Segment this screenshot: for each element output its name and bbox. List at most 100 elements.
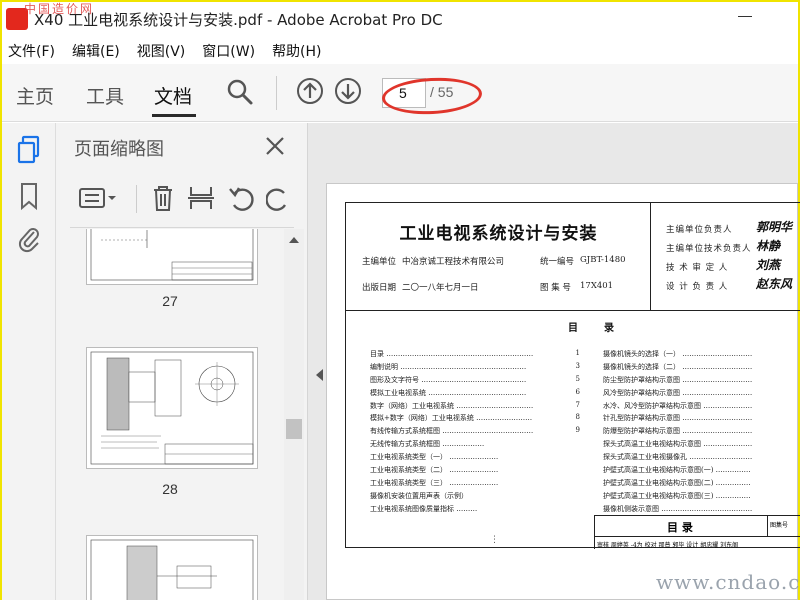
toc-entry[interactable]: 护壁式高温工业电视结构示意图(二) …………… <box>603 478 800 491</box>
watermark-bottom: www.cndao.com <box>656 570 800 594</box>
tab-tools[interactable]: 工具 <box>86 82 124 109</box>
toc-entry-title: 工业电视系统类型（三） ………………… <box>370 478 499 487</box>
toc-entry-page: 1 <box>575 349 580 357</box>
toc-entry[interactable]: 无线传输方式系统框图 ……………… <box>370 439 580 452</box>
thumbnail-list: 27 28 <box>56 229 284 600</box>
toc-left-column: 目录 ……………………………………………………… 1 编制说明 …………………………… <box>370 349 580 517</box>
toc-entry[interactable]: 工业电视系统类型（一） ………………… <box>370 452 580 465</box>
signature: 林静 <box>756 239 781 253</box>
tab-document[interactable]: 文档 <box>154 82 192 109</box>
collapse-panel-icon[interactable] <box>316 369 323 381</box>
scroll-up-icon[interactable] <box>289 237 299 243</box>
menu-help[interactable]: 帮助(H) <box>272 41 321 61</box>
toc-heading: 目 <box>568 323 578 334</box>
toc-entry[interactable]: 摄像机安装位置用声表（示例） <box>370 491 580 504</box>
menu-edit[interactable]: 编辑(E) <box>72 41 120 61</box>
delete-icon[interactable] <box>148 183 178 213</box>
toc-entry[interactable]: 编制说明 ……………………………………………… 3 <box>370 362 580 375</box>
window-title: X40 工业电视系统设计与安装.pdf - Adobe Acrobat Pro … <box>34 11 443 29</box>
minimize-button[interactable] <box>738 16 752 17</box>
menu-window[interactable]: 窗口(W) <box>202 41 255 61</box>
editor-unit-label: 主编单位 <box>362 257 397 267</box>
toc-entry[interactable]: 工业电视系统类型（二） ………………… <box>370 465 580 478</box>
close-icon[interactable] <box>264 135 286 157</box>
previous-page-icon[interactable] <box>296 77 324 105</box>
page-thumbnail-29[interactable] <box>86 535 258 600</box>
toc-entry[interactable]: 数字（网络）工业电视系统 …………………………… 7 <box>370 401 580 414</box>
responsible-role: 主编单位负责人 <box>666 225 733 235</box>
toc-entry[interactable]: 目录 ……………………………………………………… 1 <box>370 349 580 362</box>
toc-entry[interactable]: 图形及文字符号 ……………………………………… 5 <box>370 375 580 388</box>
page-thumbnail-27[interactable] <box>86 229 258 285</box>
toc-entry[interactable]: 模拟+数字（网络）工业电视系统 …………………… 8 <box>370 413 580 426</box>
search-icon[interactable] <box>226 78 254 106</box>
atlas-no: 17X401 <box>580 281 614 291</box>
title-bar: 中国造价网 X40 工业电视系统设计与安装.pdf - Adobe Acroba… <box>2 2 798 36</box>
signature: 刘燕 <box>756 258 781 272</box>
thumbnail-scrollbar[interactable] <box>284 229 304 600</box>
toc-entry[interactable]: 工业电视系统图像质量指标 ……… <box>370 504 580 517</box>
panel-title: 页面缩略图 <box>74 139 164 160</box>
toc-entry[interactable]: 工业电视系统类型（三） ………………… <box>370 478 580 491</box>
toc-entry[interactable]: 探头式高温工业电视摄像孔 ……………………… <box>603 452 800 465</box>
unified-no-label: 统一编号 <box>540 257 575 267</box>
toc-entry[interactable]: 摄像机镜头的选择（二） ………………………… <box>603 362 800 375</box>
thumbnail-panel: 页面缩略图 27 28 <box>56 123 308 600</box>
toc-entry[interactable]: 水冷、风冷型防护罩结构示意图 ………………… <box>603 401 800 414</box>
toc-entry-page: 8 <box>575 413 580 422</box>
page-thumbnails-icon[interactable] <box>16 135 42 165</box>
toc-entry-title: 工业电视系统类型（一） ………………… <box>370 453 499 462</box>
title-block-name: 目 录 <box>667 521 693 534</box>
options-menu-icon[interactable] <box>78 183 116 213</box>
menu-view[interactable]: 视图(V) <box>137 41 186 61</box>
active-tab-indicator <box>152 114 196 117</box>
toc-entry[interactable]: 探头式高温工业电视结构示意图 ………………… <box>603 439 800 452</box>
toc-entry-title: 模拟+数字（网络）工业电视系统 …………………… <box>370 414 533 423</box>
extract-pages-icon[interactable] <box>186 183 216 213</box>
page-thumbnail-28[interactable] <box>86 347 258 469</box>
rotate-left-icon[interactable] <box>226 183 256 213</box>
cover-header: 工业电视系统设计与安装 主编单位 中冶京诚工程技术有限公司 统一编号 GJBT-… <box>346 203 800 311</box>
panel-divider <box>70 227 294 228</box>
tab-home[interactable]: 主页 <box>16 82 54 109</box>
toc-entry-title: 风冷型防护罩结构示意图 ………………………… <box>603 388 753 397</box>
toc-entry[interactable]: 防爆型防护罩结构示意图 ………………………… <box>603 426 800 439</box>
toolbar-divider <box>136 185 137 213</box>
toc-entry[interactable]: 针孔型防护罩结构示意图 ………………………… <box>603 413 800 426</box>
toc-entry-title: 探头式高温工业电视摄像孔 ……………………… <box>603 453 753 462</box>
toc-entry[interactable]: 摄像机镜头的选择（一） ………………………… <box>603 349 800 362</box>
scrollbar-thumb[interactable] <box>286 419 302 439</box>
publish-date: 二〇一八年七月一日 <box>402 283 479 293</box>
responsible-role: 主编单位技术负责人 <box>666 244 752 254</box>
toc-entry-title: 水冷、风冷型防护罩结构示意图 ………………… <box>603 401 753 410</box>
left-nav-rail <box>2 123 56 600</box>
toc-entry[interactable]: 防尘型防护罩结构示意图 ………………………… <box>603 375 800 388</box>
thumbnail-toolbar <box>70 179 300 219</box>
toc-entry[interactable]: 模拟工业电视系统 …………………………………… 6 <box>370 388 580 401</box>
toc-entry-page: 9 <box>575 426 580 435</box>
rotate-right-icon[interactable] <box>266 183 290 213</box>
toc-entry-title: 探头式高温工业电视结构示意图 ………………… <box>603 440 753 449</box>
document-viewer: 工业电视系统设计与安装 主编单位 中冶京诚工程技术有限公司 统一编号 GJBT-… <box>308 123 800 600</box>
atlas-no-label: 图 集 号 <box>540 283 571 293</box>
title-block-side: 图集号 <box>767 516 800 536</box>
page-29-drawing <box>90 539 254 600</box>
toc-entry[interactable]: 风冷型防护罩结构示意图 ………………………… <box>603 388 800 401</box>
toc-entry-title: 模拟工业电视系统 …………………………………… <box>370 388 527 397</box>
toc-entry-title: 针孔型防护罩结构示意图 ………………………… <box>603 414 753 423</box>
next-page-icon[interactable] <box>334 77 362 105</box>
bookmarks-icon[interactable] <box>16 181 42 211</box>
attachments-icon[interactable] <box>16 223 42 253</box>
toc-entry[interactable]: 有线传输方式系统框图 ………………………………… 9 <box>370 426 580 439</box>
toc-entry-page: 7 <box>575 400 580 409</box>
toc-entry-title: 摄像机镜头的选择（一） ………………………… <box>603 350 753 358</box>
toc-entry[interactable]: 护壁式高温工业电视结构示意图(一) …………… <box>603 465 800 478</box>
toc-entry-title: 摄像机侧装示意图 ………………………………… <box>603 504 753 513</box>
title-block: 目 录 图集号 审核 周婷英 -4为 校对 那普 郭毕 设计 胡忠耀 刘东阁 <box>594 515 800 549</box>
toc-entry-title: 数字（网络）工业电视系统 …………………………… <box>370 401 534 410</box>
unified-no: GJBT-1480 <box>580 255 626 265</box>
title-block-signoff: 审核 周婷英 -4为 校对 那普 郭毕 设计 胡忠耀 刘东阁 <box>595 536 800 550</box>
toc-entry-title: 防爆型防护罩结构示意图 ………………………… <box>603 427 753 436</box>
toc-entry[interactable]: 护壁式高温工业电视结构示意图(三) …………… <box>603 491 800 504</box>
menu-file[interactable]: 文件(F) <box>8 41 55 61</box>
